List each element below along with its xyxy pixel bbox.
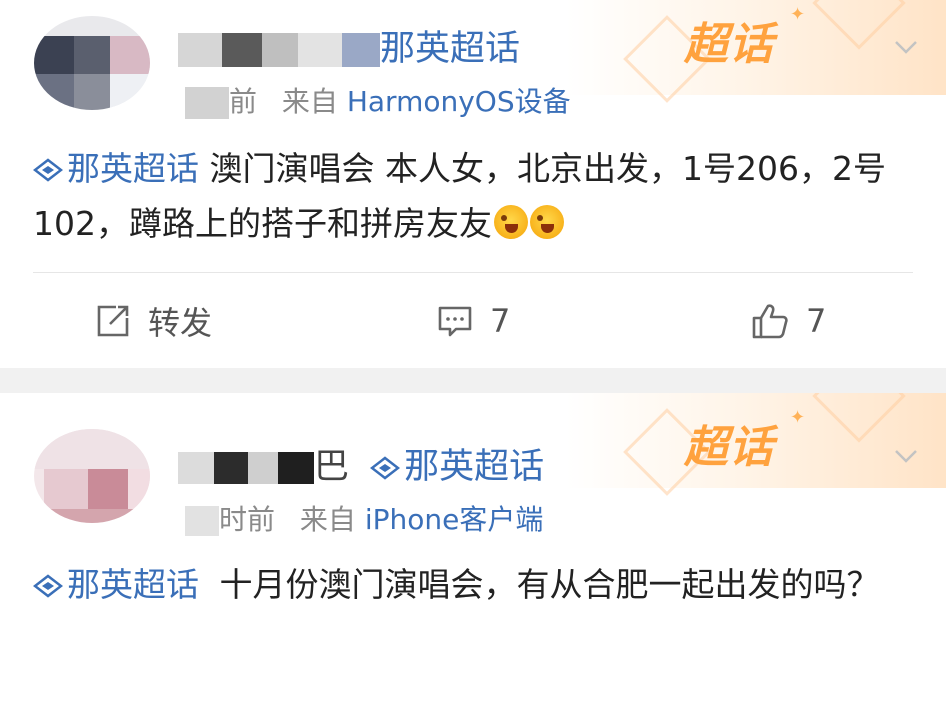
post-card[interactable]: 超话 ✦ 巴 那英超话 时前 来自 iPhone客户端 那英超话 十月份澳门演唱… [0,393,946,701]
topic-link[interactable]: 那英超话 [33,565,199,604]
like-button[interactable]: 7 [750,296,826,346]
comment-count: 7 [490,302,511,340]
topic-badge[interactable]: 那英超话 [370,447,544,487]
username[interactable]: 那英超话 [178,20,520,69]
username-visible-text: 巴 [314,447,350,487]
feed-separator [0,368,946,393]
comment-icon [438,306,472,337]
comment-button[interactable]: 7 [436,296,510,346]
diamond-icon [33,158,63,182]
post-time: 时前 [219,503,276,536]
source-prefix: 来自 [281,85,338,118]
crying-laughing-emoji-icon [494,205,528,239]
like-count: 7 [806,302,827,340]
topic-name: 那英超话 [67,565,199,604]
sparkle-icon: ✦ [790,407,806,428]
super-topic-banner[interactable]: 超话 ✦ [566,0,946,103]
divider [33,272,913,273]
topic-link[interactable]: 那英超话 [33,149,199,188]
post-source[interactable]: HarmonyOS设备 [347,85,571,118]
post-meta: 前 来自 HarmonyOS设备 [185,80,571,120]
topic-name: 那英超话 [67,149,199,188]
crying-laughing-emoji-icon [530,205,564,239]
post-card[interactable]: 超话 ✦ 那英超话 前 来自 HarmonyOS设备 那英超话 澳门演唱会 本人… [0,0,946,368]
topic-badge-label: 那英超话 [404,447,545,487]
source-prefix: 来自 [299,503,356,536]
username-visible-text: 那英超话 [380,29,521,69]
super-topic-banner-label: 超话 [684,422,774,473]
repost-button[interactable]: 转发 [94,296,212,346]
super-topic-banner[interactable]: 超话 ✦ [566,393,946,496]
avatar[interactable] [34,429,150,523]
post-source[interactable]: iPhone客户端 [365,503,544,536]
post-content[interactable]: 那英超话 十月份澳门演唱会，有从合肥一起出发的吗？ [33,557,913,612]
super-topic-banner-label: 超话 [684,19,774,70]
post-time: 前 [229,85,258,118]
post-meta: 时前 来自 iPhone客户端 [185,498,543,538]
chevron-down-icon[interactable] [894,40,918,54]
repost-icon [97,305,129,337]
diamond-icon [33,574,63,598]
post-content[interactable]: 那英超话 澳门演唱会 本人女，北京出发，1号206，2号102，蹲路上的搭子和拼… [33,141,913,251]
avatar[interactable] [34,16,150,110]
diamond-icon [370,456,401,480]
repost-label: 转发 [148,304,213,342]
post-body-text: 十月份澳门演唱会，有从合肥一起出发的吗？ [219,565,880,604]
thumbs-up-icon [752,304,788,339]
sparkle-icon: ✦ [790,4,806,25]
chevron-down-icon[interactable] [894,449,918,463]
username[interactable]: 巴 那英超话 [178,438,544,487]
